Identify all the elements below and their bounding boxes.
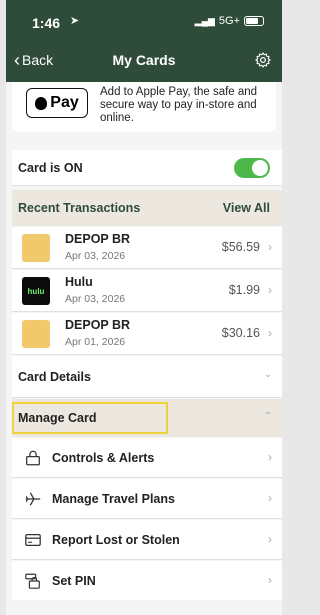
transaction-name: DEPOP BR bbox=[65, 232, 131, 246]
chevron-up-icon: ⌃ bbox=[263, 411, 272, 422]
phone-screen: 1:46 ➤ ▂▄▆ 5G+ ‹ Back My Cards Pay Add t… bbox=[6, 0, 282, 615]
apple-pay-badge: Pay bbox=[26, 88, 88, 118]
bottom-area bbox=[6, 600, 282, 615]
shopping-bag-icon bbox=[22, 320, 50, 348]
card-status-label: Card is ON bbox=[18, 161, 83, 175]
recent-transactions-header: Recent Transactions View All bbox=[12, 190, 282, 226]
transaction-row[interactable]: DEPOP BR Apr 03, 2026 $56.59 › bbox=[12, 227, 282, 269]
card-toggle[interactable] bbox=[234, 158, 270, 178]
card-icon bbox=[25, 533, 41, 547]
transaction-amount: $1.99 bbox=[228, 283, 260, 297]
network-label: 5G+ bbox=[218, 15, 240, 27]
page-title: My Cards bbox=[112, 52, 176, 68]
manage-item-label: Report Lost or Stolen bbox=[52, 533, 180, 547]
transaction-amount: $30.16 bbox=[221, 326, 260, 340]
transaction-date: Apr 03, 2026 bbox=[65, 293, 126, 305]
chevron-right-icon: › bbox=[268, 326, 272, 340]
card-details-row[interactable]: Card Details ⌄ bbox=[12, 356, 282, 398]
nav-bar: ‹ Back My Cards bbox=[6, 40, 282, 82]
chevron-right-icon: › bbox=[268, 283, 272, 297]
apple-pay-banner[interactable]: Pay Add to Apple Pay, the safe and secur… bbox=[12, 82, 276, 132]
chevron-right-icon: › bbox=[268, 532, 272, 546]
view-all-link[interactable]: View All bbox=[223, 201, 270, 215]
chevron-right-icon: › bbox=[268, 450, 272, 464]
transaction-name: Hulu bbox=[65, 275, 93, 289]
chevron-down-icon: ⌄ bbox=[263, 369, 272, 380]
manage-item-controls[interactable]: Controls & Alerts › bbox=[12, 438, 282, 478]
transaction-row[interactable]: hulu Hulu Apr 03, 2026 $1.99 › bbox=[12, 270, 282, 312]
shopping-bag-icon bbox=[22, 234, 50, 262]
apple-pay-badge-label: Pay bbox=[50, 94, 79, 111]
chevron-right-icon: › bbox=[268, 240, 272, 254]
manage-item-label: Manage Travel Plans bbox=[52, 492, 175, 506]
highlight-box bbox=[12, 402, 168, 434]
card-details-label: Card Details bbox=[18, 370, 91, 384]
lock-icon bbox=[26, 450, 40, 466]
transaction-name: DEPOP BR bbox=[65, 318, 131, 332]
status-time: 1:46 bbox=[32, 15, 61, 31]
manage-item-label: Controls & Alerts bbox=[52, 451, 155, 465]
manage-item-report[interactable]: Report Lost or Stolen › bbox=[12, 520, 282, 560]
hulu-logo: hulu bbox=[22, 277, 50, 305]
status-indicators: ▂▄▆ 5G+ bbox=[195, 15, 264, 27]
gear-icon[interactable] bbox=[254, 51, 272, 69]
card-status-row: Card is ON bbox=[12, 150, 282, 186]
location-icon: ➤ bbox=[70, 15, 80, 27]
transaction-row[interactable]: DEPOP BR Apr 01, 2026 $30.16 › bbox=[12, 313, 282, 355]
status-bar: 1:46 ➤ ▂▄▆ 5G+ bbox=[6, 0, 282, 40]
transaction-amount: $56.59 bbox=[221, 240, 260, 254]
transaction-date: Apr 03, 2026 bbox=[65, 250, 126, 262]
chevron-right-icon: › bbox=[268, 491, 272, 505]
chevron-right-icon: › bbox=[268, 573, 272, 587]
signal-icon: ▂▄▆ bbox=[194, 15, 215, 26]
transaction-date: Apr 01, 2026 bbox=[65, 336, 126, 348]
apple-pay-text: Add to Apple Pay, the safe and secure wa… bbox=[100, 86, 258, 124]
battery-icon bbox=[244, 16, 264, 26]
airplane-icon bbox=[25, 492, 41, 506]
apple-logo-icon bbox=[35, 96, 48, 110]
manage-item-travel[interactable]: Manage Travel Plans › bbox=[12, 479, 282, 519]
recent-transactions-title: Recent Transactions bbox=[18, 201, 141, 215]
manage-item-label: Set PIN bbox=[52, 574, 96, 588]
pin-icon bbox=[25, 573, 40, 589]
manage-item-pin[interactable]: Set PIN › bbox=[12, 561, 282, 601]
